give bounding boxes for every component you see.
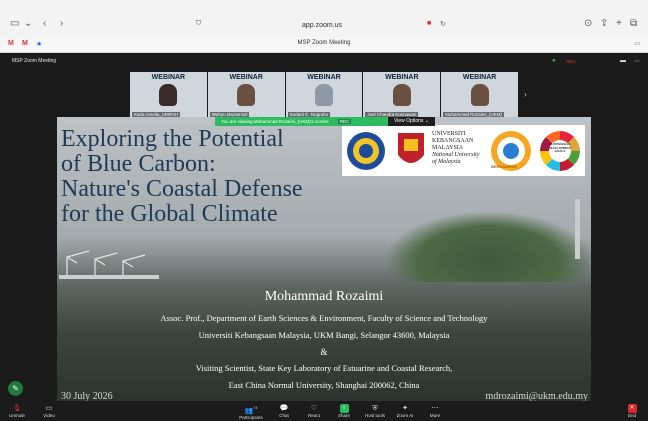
mic-off-icon: 🎙 xyxy=(12,405,22,412)
end-button[interactable]: ✕ End xyxy=(617,404,647,418)
zoom-title-bar: MSP Zoom Meeting ● REC ▬ ⋯ xyxy=(0,56,648,69)
rec-badge: REC xyxy=(337,119,352,124)
participant-video xyxy=(237,84,256,106)
video-button[interactable]: ▭ Video xyxy=(34,404,64,418)
zoom-ai-icon: ✦ xyxy=(402,405,408,412)
participant-tile[interactable]: WEBINAR Mohammed Rozaimi_(UKM) xyxy=(441,72,518,118)
reload-icon[interactable]: ↻ xyxy=(440,20,446,28)
author-name: Mohammad Rozaimi xyxy=(264,289,384,304)
host-tools-button[interactable]: ⛨ Host tools xyxy=(360,404,390,418)
participant-video xyxy=(392,84,411,106)
participant-tile[interactable]: WEBINAR Joel Chandra Kusnawan xyxy=(363,72,441,118)
annotate-pen-icon[interactable]: ✎ xyxy=(8,381,23,396)
participant-tile[interactable]: WEBINAR Karia Amelia_UMRAH xyxy=(130,72,207,118)
chevron-down-icon: ⌄ xyxy=(424,118,429,124)
tab-bar: M M ★ MSP Zoom Meeting ▭ xyxy=(0,37,648,53)
cast-icon[interactable]: ▭ xyxy=(634,40,640,47)
participant-strip: WEBINAR Karia Amelia_UMRAH WEBINAR Wahyu… xyxy=(130,72,518,118)
sidebar-toggle-icon[interactable]: ▭ xyxy=(10,18,19,29)
ukm-wordmark: UNIVERSITI KEBANGSAAN MALAYSIA National … xyxy=(432,131,480,165)
ukm-crest-logo xyxy=(398,133,424,163)
meeting-toolbar: 🎙 Unmute ▭ Video 👥74 Participants 💬 Chat ♡ Re… xyxy=(0,401,648,421)
affiliation-line-1: Assoc. Prof., Department of Earth Scienc… xyxy=(160,313,488,323)
presentation-date: 30 July 2026 xyxy=(61,391,113,401)
shared-screen: Exploring the Potential of Blue Carbon: … xyxy=(57,117,591,401)
participant-tile[interactable]: WEBINAR Sudarti C. Nugroho xyxy=(285,72,363,118)
chevron-down-icon[interactable]: ⌄ xyxy=(24,18,32,29)
slide-title: Exploring the Potential of Blue Carbon: … xyxy=(61,126,303,227)
host-tools-icon: ⛨ xyxy=(372,405,378,412)
affiliation-line-4: East China Normal University, Shanghai 2… xyxy=(228,380,420,390)
more-options-icon[interactable]: ⋯ xyxy=(634,58,640,65)
logo-panel: UNIVERSITI KEBANGSAAN MALAYSIA National … xyxy=(342,125,585,176)
view-icon[interactable]: ▬ xyxy=(620,58,626,64)
react-icon: ♡ xyxy=(310,405,318,412)
address-bar[interactable]: app.zoom.us xyxy=(190,19,454,33)
meeting-title: MSP Zoom Meeting xyxy=(12,58,57,64)
back-button[interactable]: ‹ xyxy=(43,18,46,29)
participant-tile[interactable]: WEBINAR Wahyu Muzammil xyxy=(207,72,285,118)
video-icon: ▭ xyxy=(45,405,53,412)
participant-video xyxy=(470,84,489,106)
university-crest-logo xyxy=(347,132,385,170)
react-button[interactable]: ♡ React xyxy=(299,404,329,418)
rec-indicator[interactable]: REC xyxy=(566,59,576,64)
ampersand: & xyxy=(320,347,328,357)
shield-icon[interactable]: ● xyxy=(552,58,556,64)
unmute-button[interactable]: 🎙 Unmute xyxy=(2,404,32,418)
active-tab-title[interactable]: MSP Zoom Meeting xyxy=(0,40,648,46)
forward-button[interactable]: › xyxy=(60,18,63,29)
presenter-email: mdrozaimi@ukm.edu.my xyxy=(485,391,588,401)
chat-button[interactable]: 💬 Chat xyxy=(269,404,299,418)
more-button[interactable]: ⋯ More xyxy=(420,404,450,418)
new-tab-icon[interactable]: + xyxy=(616,18,622,29)
zoom-ai-button[interactable]: ✦ Zoom AI xyxy=(390,404,420,418)
mangrove-trees xyxy=(387,212,591,282)
download-icon[interactable]: ⊙ xyxy=(584,18,592,29)
share-icon: ↑ xyxy=(339,404,349,413)
chimney xyxy=(575,199,580,259)
camera-active-icon[interactable]: ■ xyxy=(427,20,431,27)
participant-video xyxy=(314,84,333,106)
more-icon: ⋯ xyxy=(431,405,439,412)
chat-icon: 💬 xyxy=(279,405,289,412)
end-icon: ✕ xyxy=(627,404,637,413)
affiliation-line-2: Universiti Kebangsaan Malaysia, UKM Bang… xyxy=(198,330,450,340)
affiliation-line-3: Visiting Scientist, State Key Laboratory… xyxy=(195,363,453,373)
port-cranes xyxy=(59,250,159,279)
participants-button[interactable]: 👥74 Participants xyxy=(236,404,266,420)
participant-video xyxy=(159,84,178,106)
participants-icon: 👥74 xyxy=(244,406,258,415)
next-participants-icon[interactable]: › xyxy=(524,90,527,99)
view-options-button[interactable]: View Options ⌄ xyxy=(388,117,435,126)
tab-overview-icon[interactable]: ⧉ xyxy=(630,18,637,29)
emblem-label: BERDAMPAK xyxy=(491,164,517,169)
browser-toolbar: ▭ ⌄ ‹ › ⛉ app.zoom.us ■ ↻ ⊙ ⇪ + ⧉ xyxy=(0,0,648,37)
share-page-icon[interactable]: ⇪ xyxy=(600,18,608,29)
sdg-label: SUSTAINABLE DEVELOPMENT GOALS xyxy=(548,142,572,153)
share-button[interactable]: ↑ Share xyxy=(329,404,359,418)
